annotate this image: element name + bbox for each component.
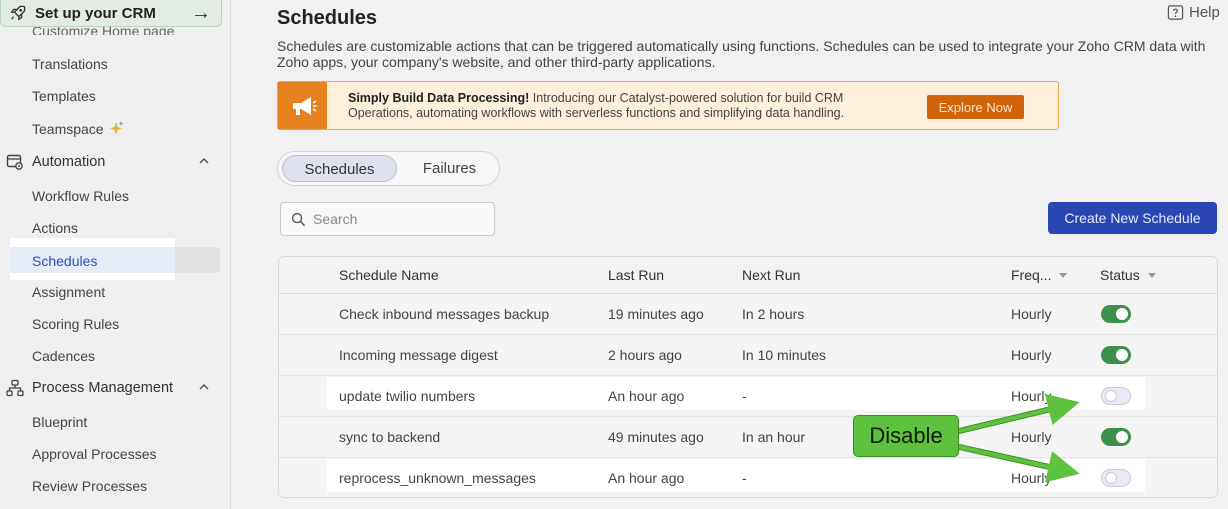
annotation-label: Disable — [853, 415, 959, 457]
annotation-arrows — [954, 394, 1080, 483]
